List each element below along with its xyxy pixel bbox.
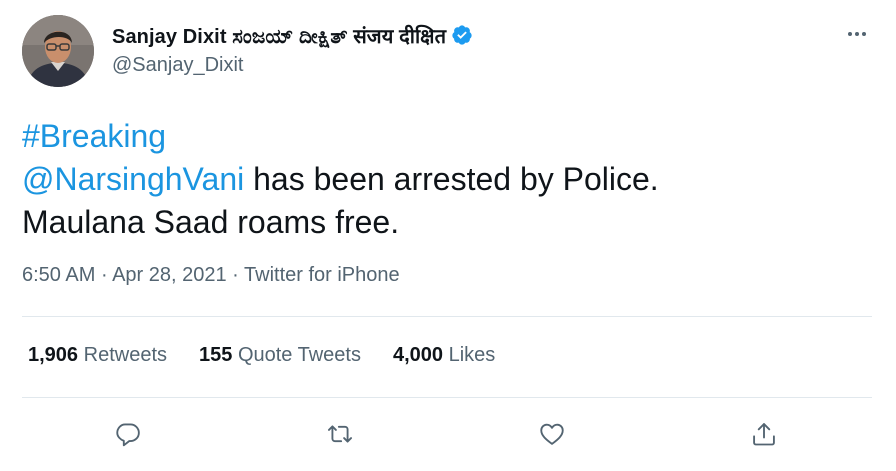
quote-tweets-stat[interactable]: 155 Quote Tweets	[199, 344, 361, 367]
tweet-date[interactable]: Apr 28, 2021	[112, 264, 227, 286]
tweet-source[interactable]: Twitter for iPhone	[244, 264, 400, 286]
more-icon[interactable]	[842, 22, 872, 46]
mention-link[interactable]: @NarsinghVani	[22, 161, 244, 197]
author-handle[interactable]: @Sanjay_Dixit	[112, 54, 243, 77]
divider	[22, 316, 872, 317]
tweet-text-segment: has been arrested by Police.	[244, 161, 659, 197]
like-button[interactable]	[530, 412, 574, 456]
tweet-actions	[0, 412, 896, 456]
avatar[interactable]	[22, 15, 94, 87]
tweet-stats: 1,906 Retweets 155 Quote Tweets 4,000 Li…	[28, 344, 527, 367]
tweet-text-line: Maulana Saad roams free.	[22, 204, 400, 240]
hashtag-link[interactable]: #Breaking	[22, 118, 166, 154]
reply-icon	[116, 423, 140, 447]
retweets-stat[interactable]: 1,906 Retweets	[28, 344, 167, 367]
meta-separator: ·	[95, 264, 113, 286]
likes-stat[interactable]: 4,000 Likes	[393, 344, 495, 367]
share-button[interactable]	[742, 412, 786, 456]
retweet-button[interactable]	[318, 412, 362, 456]
verified-badge-icon	[451, 24, 473, 46]
author-display-name[interactable]: Sanjay Dixit ಸಂಜಯ್ ದೀಕ್ಷಿತ್ संजय दीक्षित	[112, 22, 446, 49]
meta-separator: ·	[226, 264, 245, 286]
tweet-text: #Breaking @NarsinghVani has been arreste…	[22, 115, 659, 244]
heart-icon	[540, 423, 564, 445]
divider	[22, 397, 872, 398]
tweet-time[interactable]: 6:50 AM	[22, 264, 95, 286]
retweet-icon	[327, 425, 353, 443]
tweet: Sanjay Dixit ಸಂಜಯ್ ದೀಕ್ಷಿತ್ संजय दीक्षित…	[0, 0, 896, 471]
reply-button[interactable]	[106, 412, 150, 456]
author-name-row: Sanjay Dixit ಸಂಜಯ್ ದೀಕ್ಷಿತ್ संजय दीक्षित	[112, 21, 473, 49]
tweet-meta: 6:50 AM · Apr 28, 2021 · Twitter for iPh…	[22, 264, 400, 287]
share-icon	[753, 423, 775, 446]
